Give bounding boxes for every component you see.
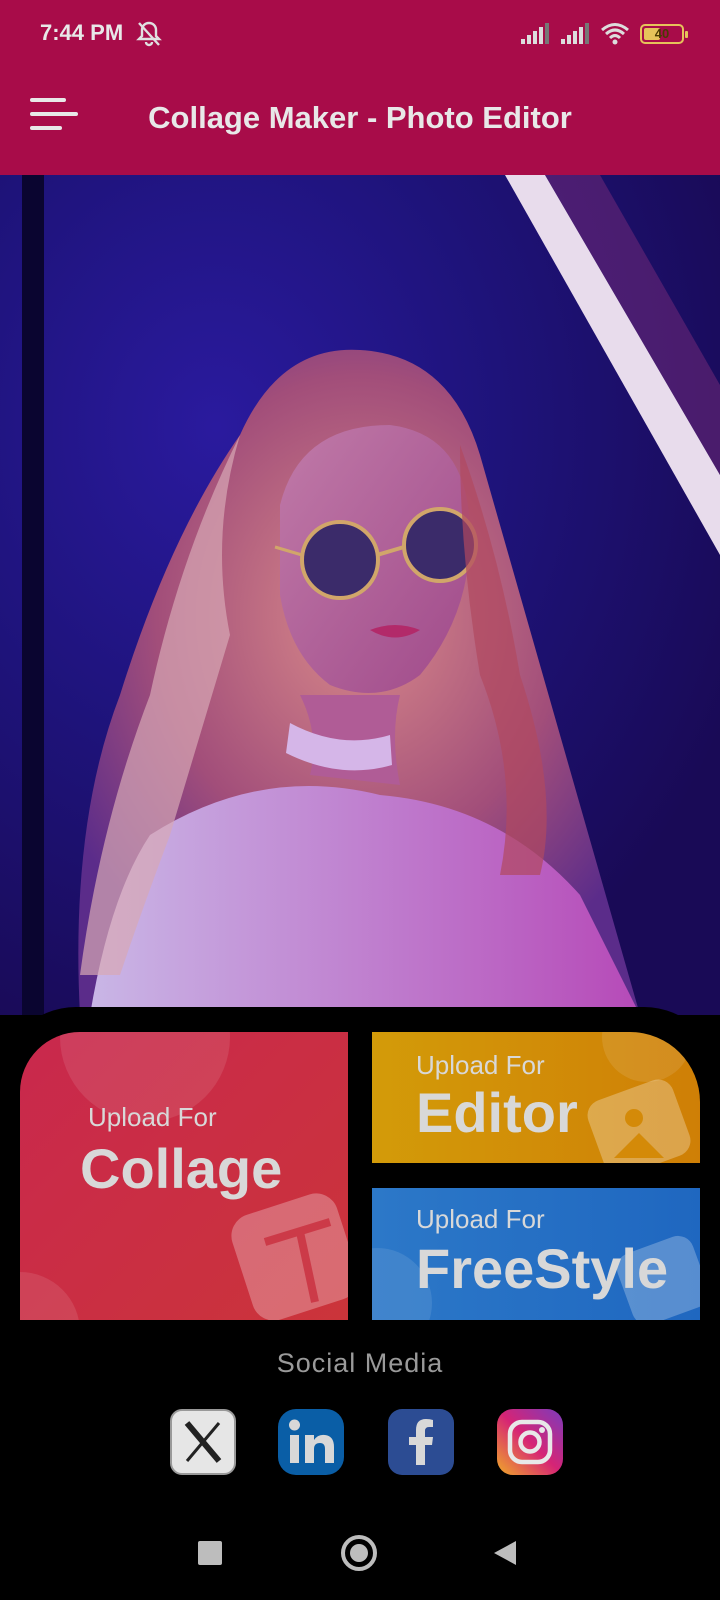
facebook-icon[interactable] xyxy=(388,1409,454,1475)
bell-off-icon xyxy=(136,21,162,47)
linkedin-icon[interactable] xyxy=(278,1409,344,1475)
collage-label: Collage xyxy=(80,1137,283,1200)
freestyle-prefix: Upload For xyxy=(416,1204,545,1234)
social-media-title: Social Media xyxy=(276,1348,444,1378)
upload-collage-button[interactable]: Upload For Collage xyxy=(20,1032,348,1320)
image-edit-icon xyxy=(587,1079,691,1163)
app-bar: Collage Maker - Photo Editor xyxy=(0,72,720,175)
home-button[interactable] xyxy=(341,1535,377,1571)
freestyle-label: FreeStyle xyxy=(416,1237,669,1300)
signal-icon xyxy=(521,23,549,44)
signal-icon xyxy=(561,23,589,44)
instagram-icon[interactable] xyxy=(497,1409,563,1475)
upload-freestyle-button[interactable]: Upload For FreeStyle xyxy=(372,1188,700,1320)
back-button[interactable] xyxy=(492,1539,518,1567)
status-time: 7:44 PM xyxy=(40,20,124,45)
page-title: Collage Maker - Photo Editor xyxy=(148,100,572,135)
collage-icon xyxy=(231,1193,348,1320)
status-bar: 7:44 PM 40 xyxy=(0,0,720,72)
editor-prefix: Upload For xyxy=(416,1050,545,1080)
upload-editor-button[interactable]: Upload For Editor xyxy=(372,1032,700,1163)
x-icon[interactable] xyxy=(170,1409,236,1475)
home-dot xyxy=(350,1544,368,1562)
wifi-icon xyxy=(601,23,629,45)
battery-level: 40 xyxy=(654,26,670,41)
collage-prefix: Upload For xyxy=(88,1102,217,1132)
battery-icon: 40 xyxy=(640,24,688,44)
hero-photo xyxy=(0,175,720,1015)
recent-apps-button[interactable] xyxy=(198,1541,222,1565)
editor-label: Editor xyxy=(416,1081,578,1144)
photo-banner xyxy=(22,175,720,1015)
